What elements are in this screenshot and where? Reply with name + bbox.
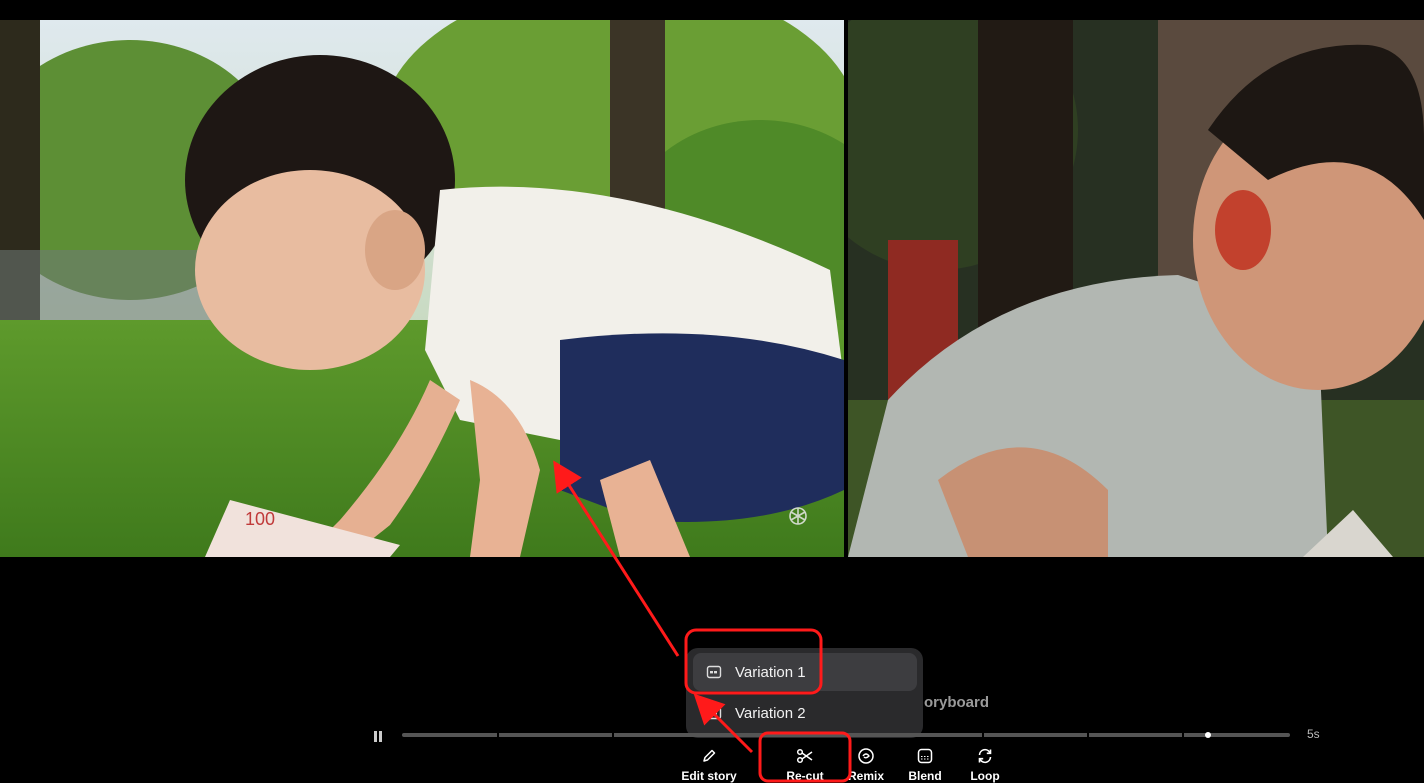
duration-label: 5s bbox=[1307, 727, 1320, 741]
loop-label: Loop bbox=[970, 769, 1000, 783]
loop-icon bbox=[975, 746, 995, 766]
remix-label: Remix bbox=[847, 769, 885, 783]
recut-variations-menu: Variation 1 Variation 2 bbox=[686, 648, 923, 738]
blend-icon bbox=[915, 746, 935, 766]
pencil-icon bbox=[699, 746, 719, 766]
blend-label: Blend bbox=[908, 769, 942, 783]
pause-button[interactable] bbox=[370, 728, 386, 744]
timeline-scrubber[interactable] bbox=[402, 732, 1290, 738]
timeline-segment-divider bbox=[612, 733, 614, 737]
recut-label: Re-cut bbox=[786, 769, 824, 783]
loop-button[interactable]: Loop bbox=[950, 746, 1020, 783]
clip-icon bbox=[703, 661, 725, 683]
edit-story-button[interactable]: Edit story bbox=[674, 746, 744, 783]
clip-icon bbox=[703, 702, 725, 724]
playhead[interactable] bbox=[1205, 732, 1211, 738]
menu-item-label: Variation 2 bbox=[735, 704, 806, 722]
video-preview-left: 100 bbox=[0, 20, 844, 557]
timeline-segment-divider bbox=[982, 733, 984, 737]
video-preview-right bbox=[848, 20, 1424, 557]
menu-item-variation-1[interactable]: Variation 1 bbox=[693, 653, 917, 691]
left-scene-image: 100 bbox=[0, 20, 844, 557]
right-scene-image bbox=[848, 20, 1424, 557]
remix-icon bbox=[856, 746, 876, 766]
pause-icon bbox=[374, 730, 382, 742]
scissors-icon bbox=[795, 746, 815, 766]
timeline-segment-divider bbox=[1087, 733, 1089, 737]
edit-story-label: Edit story bbox=[681, 769, 737, 783]
menu-item-label: Variation 1 bbox=[735, 663, 806, 681]
recut-button[interactable]: Re-cut bbox=[770, 746, 840, 783]
timeline-segment-divider bbox=[497, 733, 499, 737]
storyboard-button-label[interactable]: oryboard bbox=[924, 694, 989, 711]
menu-item-variation-2[interactable]: Variation 2 bbox=[693, 694, 917, 732]
svg-text:100: 100 bbox=[245, 509, 275, 529]
openai-logo-icon bbox=[786, 504, 810, 528]
timeline-segment-divider bbox=[1182, 733, 1184, 737]
